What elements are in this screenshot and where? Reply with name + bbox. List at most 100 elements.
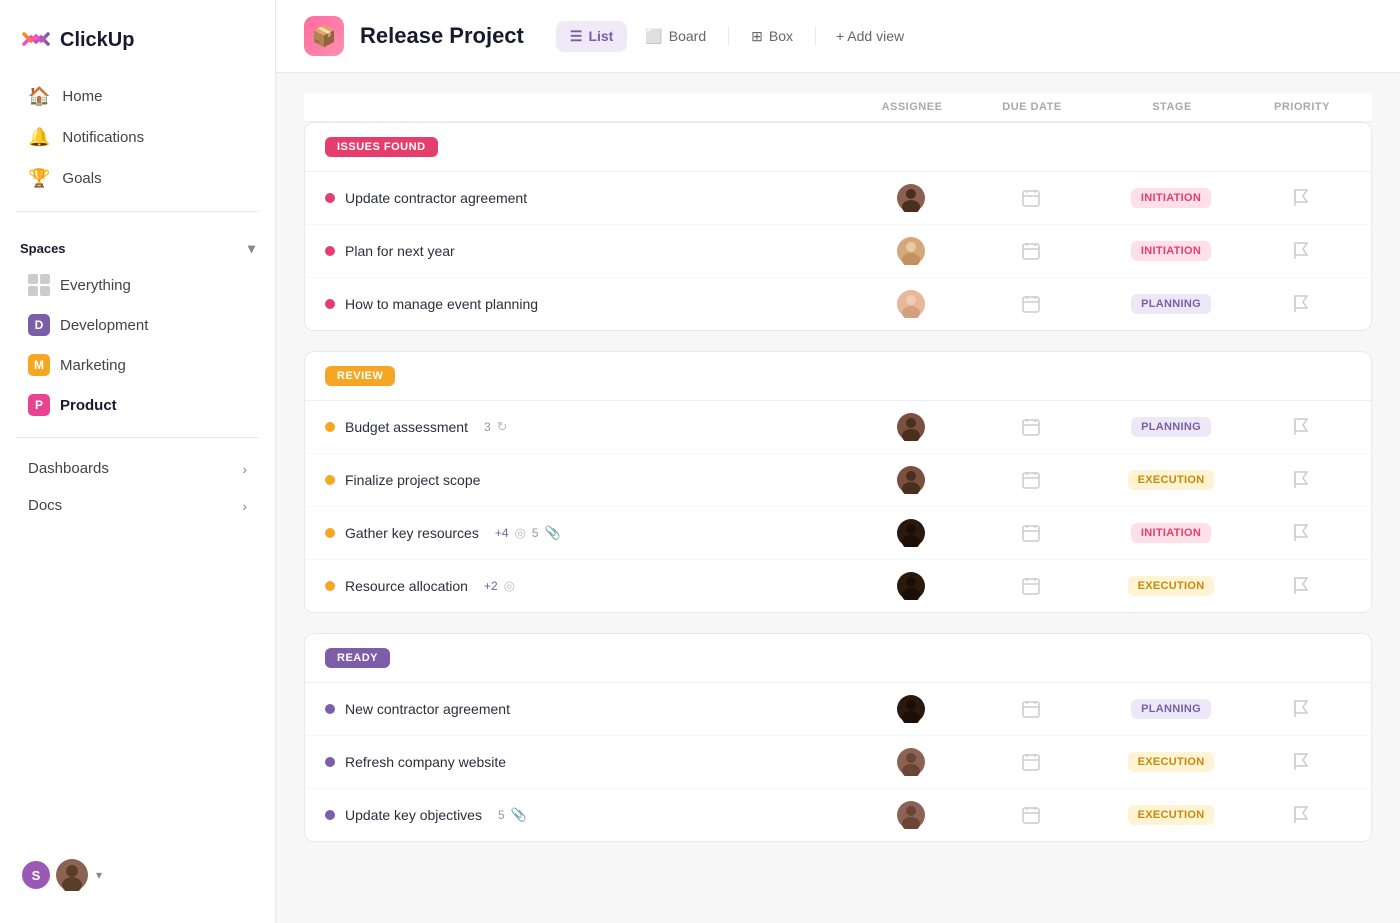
flag-icon	[1293, 189, 1309, 207]
logo[interactable]: ClickUp	[0, 16, 275, 76]
link-icon: ◎	[515, 525, 526, 541]
task-row[interactable]: Budget assessment 3 ↻ PLANNING	[305, 401, 1371, 454]
sidebar-item-development[interactable]: D Development	[8, 305, 267, 345]
task-name-cell: Refresh company website	[325, 754, 851, 770]
paperclip-icon: 📎	[545, 525, 561, 541]
main-header: 📦 Release Project ☰ List ⬜ Board ⊞ Box +…	[276, 0, 1400, 73]
task-name-cell: Budget assessment 3 ↻	[325, 419, 851, 435]
spaces-section-header[interactable]: Spaces ▾	[0, 224, 275, 265]
task-meta: 3 ↻	[484, 419, 508, 435]
tab-separator-2	[815, 26, 816, 46]
product-label: Product	[60, 397, 117, 414]
spaces-chevron-icon: ▾	[248, 240, 255, 257]
sidebar-item-marketing[interactable]: M Marketing	[8, 345, 267, 385]
sidebar-item-docs[interactable]: Docs ›	[8, 487, 267, 524]
task-row[interactable]: Resource allocation +2 ◎ EXECUTION	[305, 560, 1371, 612]
meta-count: 5	[498, 808, 505, 822]
user-footer[interactable]: S ▾	[0, 843, 275, 907]
meta-plus: +2	[484, 579, 498, 593]
link-icon: ◎	[504, 578, 515, 594]
flag-icon	[1293, 753, 1309, 771]
development-label: Development	[60, 317, 148, 334]
flag-icon	[1293, 418, 1309, 436]
priority-cell	[1251, 753, 1351, 771]
task-row[interactable]: Update contractor agreement INITIATION	[305, 172, 1371, 225]
due-date-cell	[971, 418, 1091, 436]
task-row[interactable]: Refresh company website EXECUTION	[305, 736, 1371, 789]
dashboards-chevron-icon: ›	[242, 461, 247, 477]
clickup-logo-icon	[20, 24, 52, 56]
tab-board[interactable]: ⬜ Board	[631, 21, 720, 52]
task-row[interactable]: How to manage event planning PLANNING	[305, 278, 1371, 330]
task-dot-yellow	[325, 475, 335, 485]
stage-badge: EXECUTION	[1128, 805, 1215, 825]
assignee-cell	[851, 413, 971, 441]
assignee-cell	[851, 572, 971, 600]
column-headers: ASSIGNEE DUE DATE STAGE PRIORITY	[304, 93, 1372, 122]
task-dot-yellow	[325, 581, 335, 591]
task-name: Budget assessment	[345, 419, 468, 435]
flag-icon	[1293, 471, 1309, 489]
home-label: Home	[62, 88, 102, 105]
avatar	[897, 413, 925, 441]
sidebar-item-notifications[interactable]: 🔔 Notifications	[8, 117, 267, 158]
board-tab-icon: ⬜	[645, 28, 662, 45]
assignee-cell	[851, 237, 971, 265]
stage-badge: INITIATION	[1131, 188, 1211, 208]
col-assignee: ASSIGNEE	[852, 101, 972, 113]
home-icon: 🏠	[28, 86, 50, 107]
calendar-icon	[1022, 700, 1040, 718]
assignee-cell	[851, 466, 971, 494]
calendar-icon	[1022, 242, 1040, 260]
avatar	[897, 184, 925, 212]
stage-badge: PLANNING	[1131, 294, 1211, 314]
priority-cell	[1251, 242, 1351, 260]
priority-cell	[1251, 295, 1351, 313]
assignee-cell	[851, 695, 971, 723]
sidebar-item-product[interactable]: P Product	[8, 385, 267, 425]
trophy-icon: 🏆	[28, 168, 50, 189]
stage-cell: PLANNING	[1091, 699, 1251, 719]
task-row[interactable]: Gather key resources +4 ◎ 5 📎 INITIATION	[305, 507, 1371, 560]
view-tabs: ☰ List ⬜ Board ⊞ Box + Add view	[556, 21, 916, 52]
stage-cell: EXECUTION	[1091, 470, 1251, 490]
group-header-ready: READY	[305, 634, 1371, 683]
board-tab-label: Board	[669, 28, 706, 44]
tab-box[interactable]: ⊞ Box	[737, 21, 807, 52]
sidebar-item-dashboards[interactable]: Dashboards ›	[8, 450, 267, 487]
group-header-issues: ISSUES FOUND	[305, 123, 1371, 172]
group-review: REVIEW Budget assessment 3 ↻	[304, 351, 1372, 613]
sidebar-item-everything[interactable]: Everything	[8, 265, 267, 305]
bell-icon: 🔔	[28, 127, 50, 148]
tab-list[interactable]: ☰ List	[556, 21, 627, 52]
task-row[interactable]: Plan for next year INITIATION	[305, 225, 1371, 278]
group-header-review: REVIEW	[305, 352, 1371, 401]
due-date-cell	[971, 242, 1091, 260]
sidebar-item-goals[interactable]: 🏆 Goals	[8, 158, 267, 199]
assignee-cell	[851, 290, 971, 318]
task-row[interactable]: Finalize project scope EXECUTION	[305, 454, 1371, 507]
task-dot-purple	[325, 810, 335, 820]
avatar	[897, 237, 925, 265]
group-badge-review: REVIEW	[325, 366, 395, 386]
calendar-icon	[1022, 189, 1040, 207]
task-row[interactable]: Update key objectives 5 📎 EXECUTION	[305, 789, 1371, 841]
sidebar-item-home[interactable]: 🏠 Home	[8, 76, 267, 117]
due-date-cell	[971, 471, 1091, 489]
app-name: ClickUp	[60, 29, 134, 52]
user-avatar-photo	[56, 859, 88, 891]
add-view-button[interactable]: + Add view	[824, 21, 916, 51]
dashboards-label: Dashboards	[28, 460, 109, 477]
assignee-cell	[851, 519, 971, 547]
stage-cell: INITIATION	[1091, 241, 1251, 261]
avatar	[897, 519, 925, 547]
task-name-cell: Gather key resources +4 ◎ 5 📎	[325, 525, 851, 541]
task-name-cell: Finalize project scope	[325, 472, 851, 488]
priority-cell	[1251, 700, 1351, 718]
task-name-cell: Plan for next year	[325, 243, 851, 259]
group-badge-ready: READY	[325, 648, 390, 668]
col-priority: PRIORITY	[1252, 101, 1352, 113]
stage-badge: EXECUTION	[1128, 576, 1215, 596]
stage-cell: INITIATION	[1091, 188, 1251, 208]
task-row[interactable]: New contractor agreement PLANNING	[305, 683, 1371, 736]
